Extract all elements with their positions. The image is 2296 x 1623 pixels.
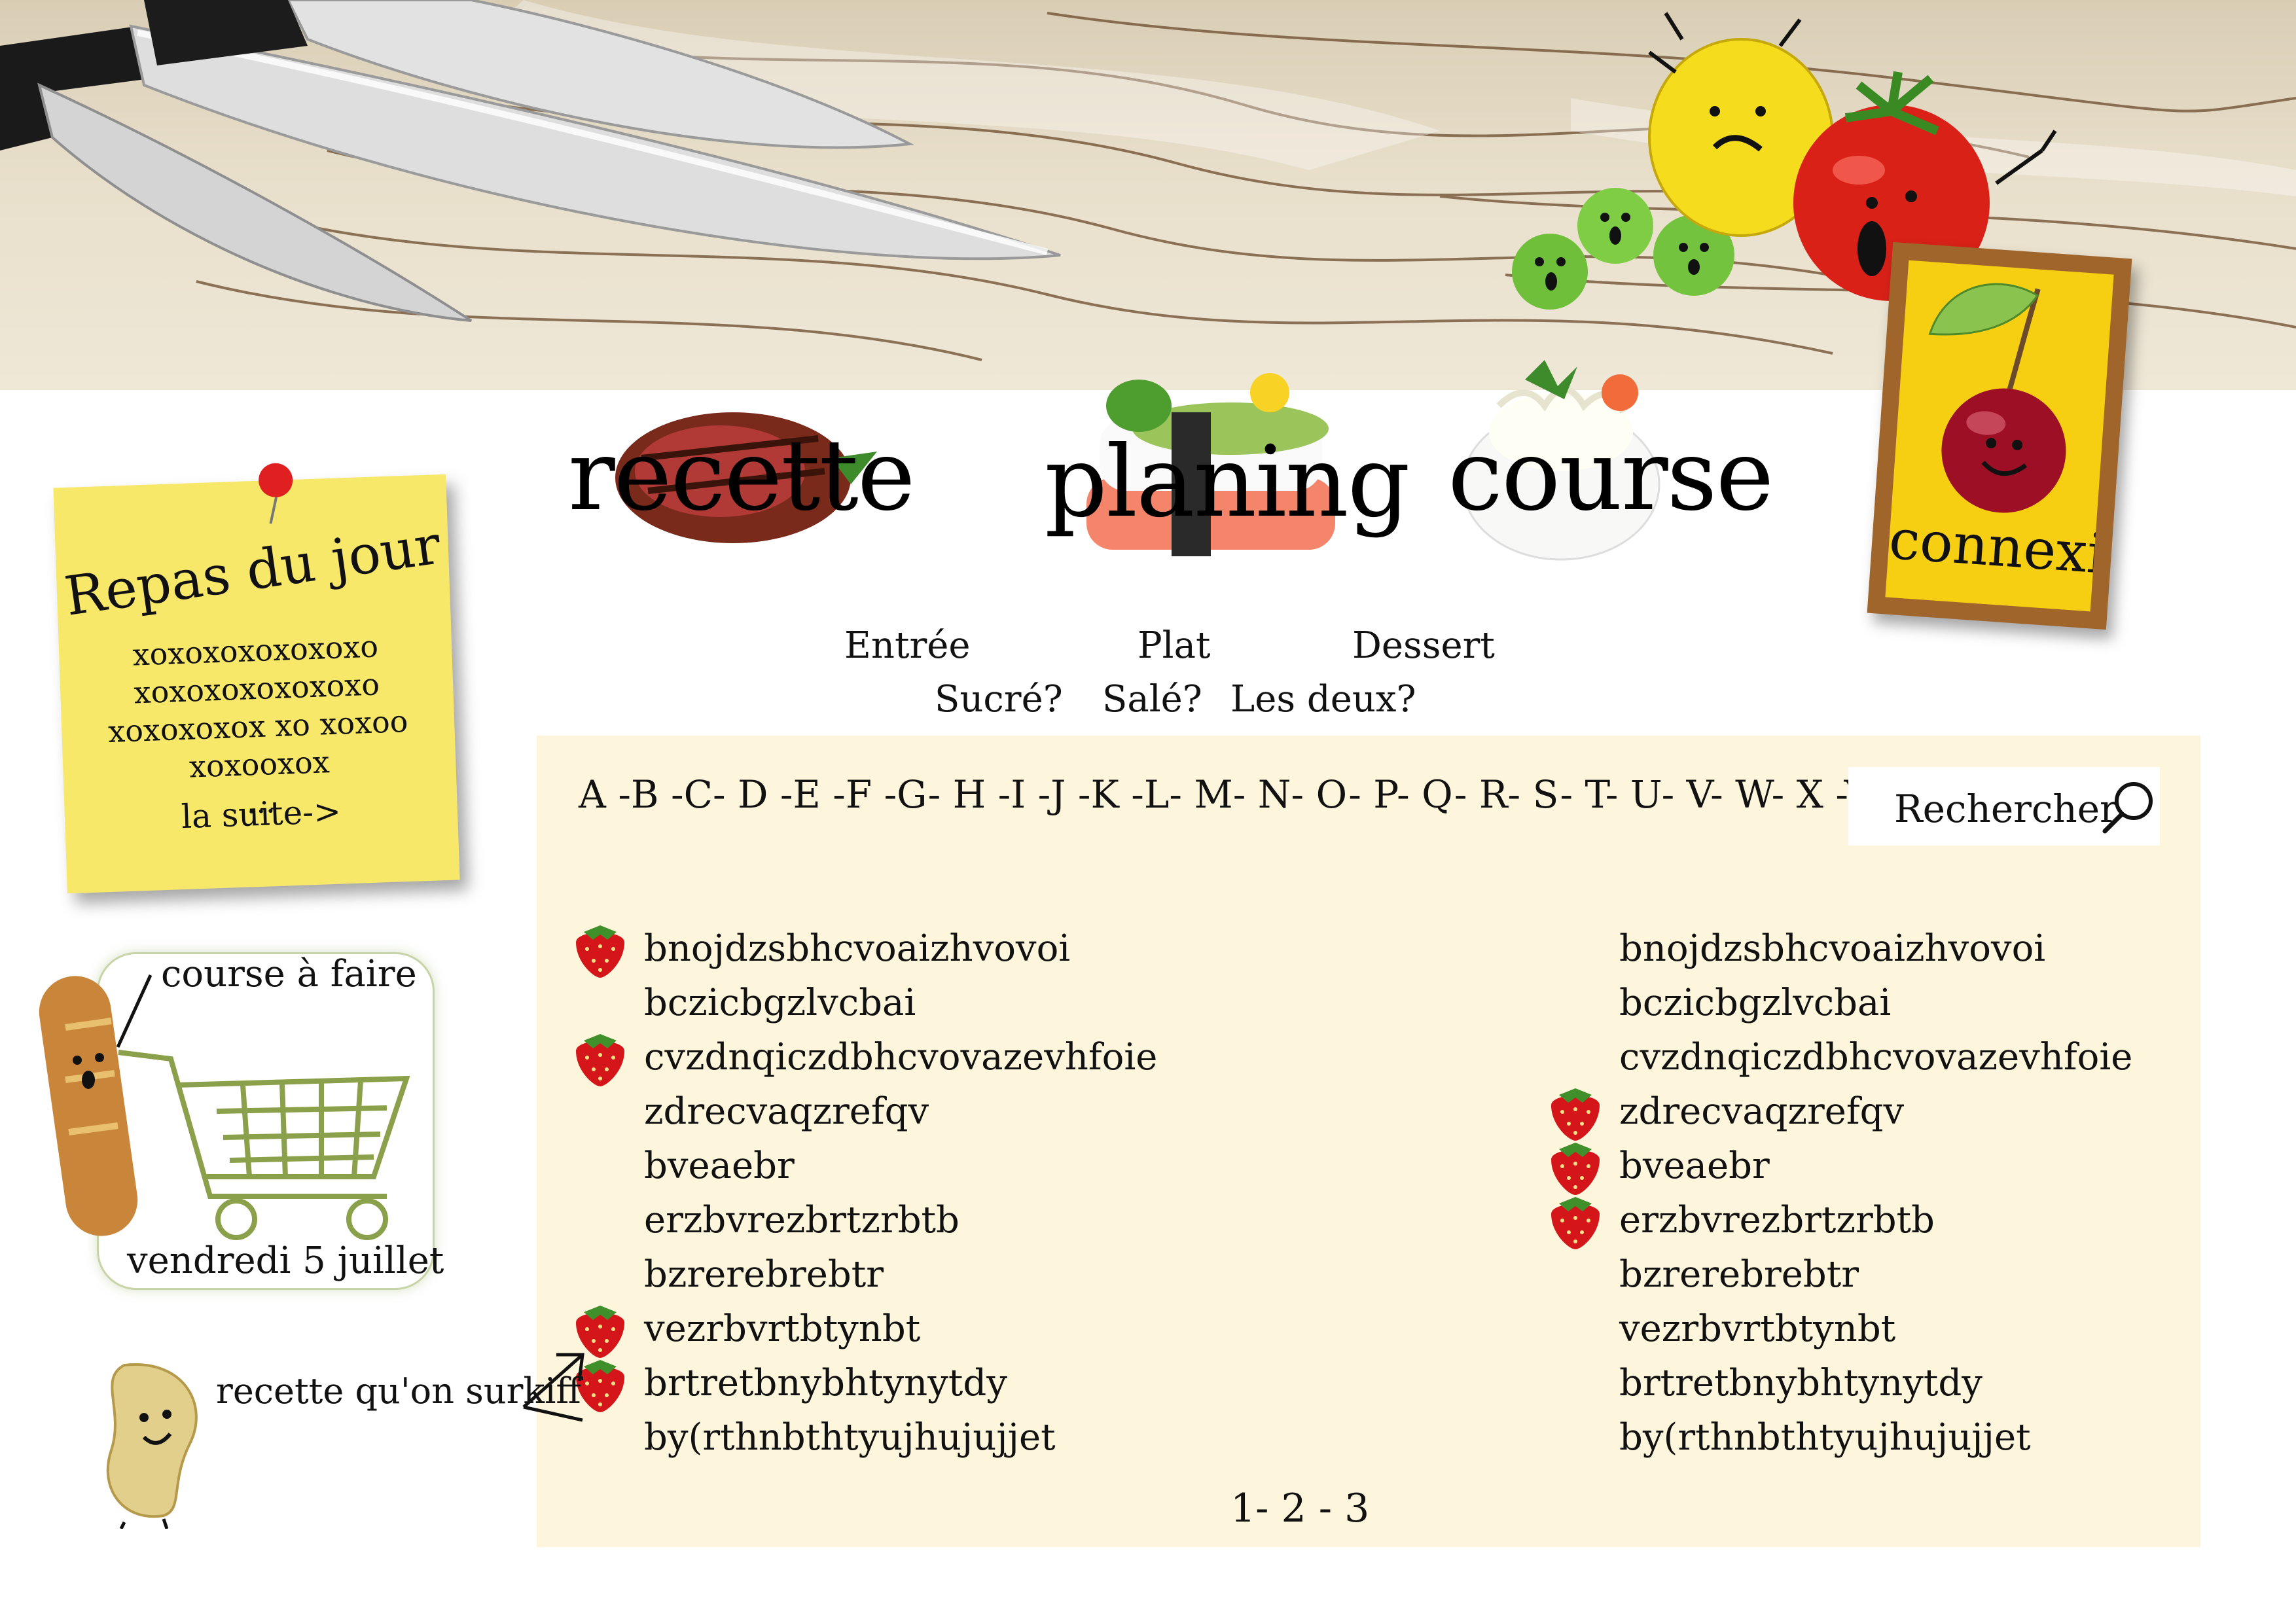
recipe-list-item[interactable]: bzrerebrebtr (1619, 1247, 2132, 1302)
recipe-list-item[interactable]: brtretbnybhtynytdy (576, 1356, 1157, 1412)
shopping-cart-icon (118, 1050, 410, 1240)
recipe-list-item[interactable]: cvzdnqiczdbhcvovazevhfoie (576, 1030, 1158, 1086)
taste-both[interactable]: Les deux? (1230, 678, 1416, 721)
recipe-name: bnojdzsbhcvoaizhvovoi (644, 927, 1071, 970)
recipe-name: bzrerebrebtr (644, 1253, 884, 1296)
recipe-name: erzbvrezbrtzrbtb (1619, 1199, 1935, 1241)
recipe-name: bzrerebrebtr (1619, 1253, 1859, 1296)
connexion-frame: connexion (1885, 260, 2114, 612)
pushpin-icon (259, 463, 293, 524)
taste-sucre[interactable]: Sucré? (935, 678, 1063, 721)
recipe-name: zdrecvaqzrefqv (644, 1090, 929, 1133)
taste-sale[interactable]: Salé? (1102, 678, 1202, 721)
search-label: Rechercher (1894, 787, 2118, 831)
cherry-icon (1928, 283, 2066, 513)
recipe-list-left: bnojdzsbhcvoaizhvovoi bczicbgzlvcbai cvzdn… (576, 921, 1158, 1465)
recipe-list-item[interactable]: by(rthnbthtyujhujujjet (1619, 1410, 2132, 1465)
recipe-name: vezrbvrtbtynbt (644, 1308, 921, 1350)
strawberry-favorite-icon (576, 1034, 624, 1086)
alphabet-filter[interactable]: A -B -C- D -E -F -G- H -I -J -K -L- M- N… (579, 772, 1916, 817)
recipe-name: bczicbgzlvcbai (1619, 982, 1892, 1024)
connexion-label: connexion (1887, 507, 2114, 591)
category-dessert[interactable]: Dessert (1352, 624, 1495, 667)
recipe-name: bveaebr (1619, 1145, 1770, 1187)
cashew-character (106, 1363, 198, 1529)
recipe-name: cvzdnqiczdbhcvovazevhfoie (1619, 1036, 2133, 1079)
arrow-icon (522, 1353, 584, 1422)
recipe-list-item[interactable]: bnojdzsbhcvoaizhvovoi (1619, 921, 2132, 976)
recipe-name: by(rthnbthtyujhujujjet (1619, 1416, 2031, 1459)
recipe-list-item[interactable]: zdrecvaqzrefqv (644, 1084, 1157, 1139)
recipe-list-item[interactable]: brtretbnybhtynytdy (1619, 1356, 2132, 1410)
recipe-name: bczicbgzlvcbai (644, 982, 916, 1024)
recipe-list-item[interactable]: bczicbgzlvcbai (1619, 976, 2132, 1030)
recipe-list-item[interactable]: erzbvrezbrtzrbtb (644, 1193, 1157, 1247)
recipe-name: vezrbvrtbtynbt (1619, 1308, 1896, 1350)
strawberry-favorite-icon (1551, 1088, 1600, 1141)
recipe-list-item[interactable]: bzrerebrebtr (644, 1247, 1157, 1302)
recipe-list-item[interactable]: vezrbvrtbtynbt (1619, 1302, 2132, 1356)
recipe-list-item[interactable]: zdrecvaqzrefqv (1551, 1084, 2132, 1141)
knives-illustration (0, 0, 1061, 322)
recipe-list-item[interactable]: bveaebr (644, 1139, 1157, 1193)
nav-course[interactable]: course (1448, 419, 1774, 533)
postit-title: Repas du jour (61, 514, 444, 628)
recipe-name: by(rthnbthtyujhujujjet (644, 1416, 1056, 1459)
recipe-list-item[interactable]: erzbvrezbrtzrbtb (1551, 1193, 2132, 1249)
baguette-character (39, 974, 152, 1236)
nav-recette[interactable]: recette (568, 419, 916, 533)
recipe-list-item[interactable]: cvzdnqiczdbhcvovazevhfoie (1619, 1030, 2132, 1084)
category-entree[interactable]: Entrée (844, 624, 971, 667)
recipe-list-item[interactable]: bveaebr (1551, 1139, 2132, 1195)
recipe-name: bnojdzsbhcvoaizhvovoi (1619, 927, 2046, 970)
recipe-name: brtretbnybhtynytdy (644, 1362, 1007, 1404)
search-button[interactable]: Rechercher (1848, 767, 2160, 846)
recipe-list-item[interactable]: bczicbgzlvcbai (644, 976, 1157, 1030)
recipe-list-item[interactable]: by(rthnbthtyujhujujjet (644, 1410, 1157, 1465)
strawberry-favorite-icon (1551, 1143, 1600, 1195)
search-icon (2102, 782, 2153, 834)
recipe-list-item[interactable]: bnojdzsbhcvoaizhvovoi (576, 921, 1157, 978)
meal-of-the-day-postit: Repas du jour xoxoxoxoxoxoxo xoxoxoxoxox… (53, 463, 460, 894)
recipe-name: cvzdnqiczdbhcvovazevhfoie (644, 1036, 1158, 1079)
strawberry-favorite-icon (1551, 1197, 1600, 1249)
nav-planing[interactable]: planing (1045, 425, 1410, 539)
recipe-list-right: bnojdzsbhcvoaizhvovoi bczicbgzlvcbai cvzdn… (1551, 921, 2132, 1465)
shopping-list-date: vendredi 5 juillet (127, 1240, 444, 1282)
shopping-list-title: course à faire (161, 953, 417, 995)
recipe-name: zdrecvaqzrefqv (1619, 1090, 1905, 1133)
recipe-name: erzbvrezbrtzrbtb (644, 1199, 960, 1241)
pagination[interactable]: 1- 2 - 3 (1230, 1486, 1369, 1531)
recipe-name: bveaebr (644, 1145, 795, 1187)
recipe-name: brtretbnybhtynytdy (1619, 1362, 1982, 1404)
connexion-button[interactable]: connexion (1867, 241, 2132, 630)
recipe-list-item[interactable]: vezrbvrtbtynbt (576, 1302, 1157, 1358)
category-plat[interactable]: Plat (1138, 624, 1210, 667)
strawberry-favorite-icon (576, 925, 624, 978)
